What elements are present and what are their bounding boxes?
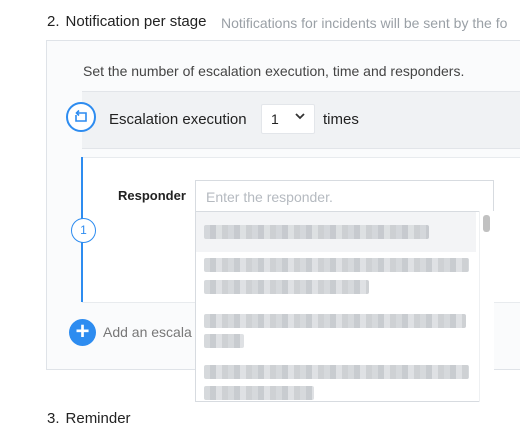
repeat-icon <box>66 102 96 132</box>
section-reminder-title: 3. Reminder <box>47 410 131 427</box>
scrollbar-thumb[interactable] <box>483 215 490 232</box>
redacted-text <box>204 258 469 272</box>
chevron-down-icon <box>294 110 306 125</box>
escalation-times-label: times <box>323 111 359 128</box>
add-escalation-label[interactable]: Add an escala <box>103 324 195 340</box>
section-title-text: Notification per stage <box>65 13 207 30</box>
dropdown-option-3[interactable] <box>196 310 476 360</box>
panel-intro-text: Set the number of escalation execution, … <box>83 63 465 79</box>
section-notification-title: 2. Notification per stage <box>47 13 206 30</box>
escalation-execution-label: Escalation execution <box>109 111 247 128</box>
responder-label: Responder <box>118 188 186 203</box>
dropdown-option-2[interactable] <box>196 252 476 310</box>
redacted-text <box>204 225 429 239</box>
redacted-text <box>204 386 314 400</box>
redacted-text <box>204 365 469 379</box>
responder-input[interactable] <box>204 182 488 212</box>
section-number: 3. <box>47 410 60 427</box>
dropdown-scrollbar[interactable] <box>479 211 494 402</box>
plus-icon: + <box>75 318 90 345</box>
redacted-text <box>204 334 244 348</box>
escalation-count-select[interactable] <box>261 104 315 134</box>
responder-input-box[interactable] <box>195 180 494 212</box>
section-description: Notifications for incidents will be sent… <box>221 15 508 31</box>
section-number: 2. <box>47 13 60 30</box>
dropdown-option-1[interactable] <box>196 212 476 252</box>
redacted-text <box>204 280 369 294</box>
responder-dropdown <box>195 211 494 402</box>
section-title-text: Reminder <box>65 410 131 427</box>
dropdown-option-4[interactable] <box>196 360 476 401</box>
escalation-count-value: 1 <box>271 111 279 127</box>
redacted-text <box>204 314 466 328</box>
stage-number: 1 <box>80 223 87 237</box>
